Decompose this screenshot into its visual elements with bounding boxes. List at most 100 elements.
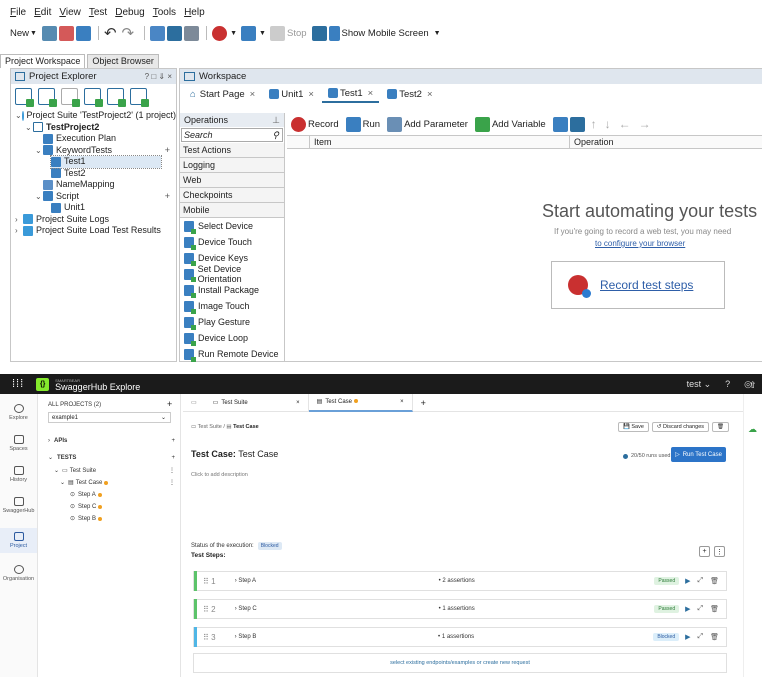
tree-test-case[interactable]: ⌄ ▤ Test Case ⋮ xyxy=(60,479,175,487)
add-variable-icon[interactable] xyxy=(130,87,149,107)
title-value[interactable]: Test Case xyxy=(238,449,278,459)
move-right-icon[interactable]: → xyxy=(639,117,651,131)
run-step-icon[interactable]: ▶ xyxy=(685,605,690,613)
close-icon[interactable]: × xyxy=(427,89,433,100)
move-left-icon[interactable]: ← xyxy=(619,117,631,131)
category-mobile[interactable]: Mobile xyxy=(180,203,284,218)
close-icon[interactable]: × xyxy=(250,89,256,100)
add-icon[interactable]: + xyxy=(165,145,170,157)
run-project-icon[interactable] xyxy=(150,25,166,41)
tree-item-test2[interactable]: Test2 xyxy=(11,168,176,180)
close-icon[interactable]: × xyxy=(296,400,300,406)
discard-changes-button[interactable]: ↺ Discard changes xyxy=(651,422,710,432)
record-button[interactable]: Record xyxy=(291,116,339,132)
database-icon[interactable] xyxy=(184,25,200,41)
operation-run-remote-device[interactable]: Run Remote Device xyxy=(180,346,284,362)
run-step-icon[interactable]: ▶ xyxy=(685,633,690,641)
operation-device-loop[interactable]: Device Loop xyxy=(180,330,284,346)
remove-icon[interactable] xyxy=(61,87,80,107)
operation-select-device[interactable]: Select Device xyxy=(180,218,284,234)
cloud-sync-icon[interactable]: ☁ xyxy=(748,424,757,435)
tree-item-execution-plan[interactable]: Execution Plan xyxy=(11,133,176,145)
delete-icon[interactable]: 🗑 xyxy=(712,422,729,432)
tree-item-unit1[interactable]: Unit1 xyxy=(11,202,176,214)
chevron-down-icon[interactable]: ⌄ xyxy=(15,110,22,122)
configure-browser-link[interactable]: to configure your browser xyxy=(595,239,685,248)
chevron-down-icon[interactable]: ⌄ xyxy=(35,145,43,157)
add-project-icon[interactable] xyxy=(15,87,34,107)
tab-object-browser[interactable]: Object Browser xyxy=(87,54,159,68)
step-row[interactable]: ⠿ 3 › Step B • 1 assertions Blocked ▶ ⤢ 🗑 xyxy=(193,627,727,647)
add-test-icon[interactable] xyxy=(107,87,126,107)
add-item-icon[interactable] xyxy=(75,25,91,41)
tab-test-suite[interactable]: ▭ Test Suite × xyxy=(205,393,309,412)
rail-organisation[interactable]: Organisation xyxy=(0,565,37,582)
pin-icon[interactable]: ⊥ xyxy=(272,115,280,126)
column-item[interactable]: Item xyxy=(309,136,569,148)
rail-spaces[interactable]: Spaces xyxy=(0,435,37,452)
tree-item-namemapping[interactable]: NameMapping xyxy=(11,179,176,191)
chevron-down-icon[interactable]: ⌄ xyxy=(35,191,43,203)
menu-help[interactable]: Help xyxy=(184,7,205,18)
breadcrumb-test-case[interactable]: Test Case xyxy=(233,424,259,430)
operation-image-touch[interactable]: Image Touch xyxy=(180,298,284,314)
tree-item-testproject2[interactable]: ⌄ TestProject2 xyxy=(11,122,176,134)
run-icon[interactable] xyxy=(241,25,257,41)
record-icon[interactable] xyxy=(212,25,228,41)
tree-item-project-suite-logs[interactable]: › Project Suite Logs xyxy=(11,214,176,226)
add-project-icon[interactable]: + xyxy=(167,399,172,409)
tree-item-script[interactable]: ⌄ Script + xyxy=(11,191,176,203)
tab-test2[interactable]: Test2 × xyxy=(381,87,438,102)
save-button[interactable]: 💾 Save xyxy=(617,422,649,432)
delete-icon[interactable]: 🗑 xyxy=(710,605,719,613)
category-web[interactable]: Web xyxy=(180,173,284,188)
add-icon[interactable]: + xyxy=(165,191,170,203)
operation-device-touch[interactable]: Device Touch xyxy=(180,234,284,250)
add-item-icon[interactable] xyxy=(84,87,103,107)
stop-icon[interactable] xyxy=(269,25,285,41)
step-row[interactable]: ⠿ 2 › Step C • 1 assertions Passed ▶ ⤢ 🗑 xyxy=(193,599,727,619)
export-icon[interactable]: ⇧ xyxy=(749,380,757,391)
tree-item-test1[interactable]: Test1 xyxy=(50,155,162,169)
add-variable-button[interactable]: Add Variable xyxy=(474,116,546,132)
description-placeholder[interactable]: Click to add description xyxy=(191,472,248,478)
run-test-icon[interactable] xyxy=(167,25,183,41)
undo-icon[interactable]: ↶ xyxy=(104,24,117,42)
operations-search-input[interactable]: Search ⚲ xyxy=(181,128,283,142)
tab-unit1[interactable]: Unit1 × xyxy=(263,87,320,102)
category-checkpoints[interactable]: Checkpoints xyxy=(180,188,284,203)
delete-icon[interactable]: 🗑 xyxy=(710,633,719,641)
more-icon[interactable]: ⋮ xyxy=(169,467,175,474)
close-icon[interactable]: × xyxy=(308,89,314,100)
close-project-icon[interactable] xyxy=(58,25,74,41)
show-mobile-screen-button[interactable]: Show Mobile Screen ▼ xyxy=(342,28,441,39)
move-up-icon[interactable]: ↑ xyxy=(591,117,597,131)
tree-item-load-test-results[interactable]: › Project Suite Load Test Results xyxy=(11,225,176,237)
step-row[interactable]: ⠿ 1 › Step A • 2 assertions Passed ▶ ⤢ 🗑 xyxy=(193,571,727,591)
rail-history[interactable]: History xyxy=(0,466,37,483)
run-button[interactable]: Run xyxy=(345,116,380,132)
more-icon[interactable]: ⋮ xyxy=(169,479,175,486)
comment-icon[interactable] xyxy=(552,116,568,132)
close-icon[interactable]: × xyxy=(400,399,404,405)
close-icon[interactable]: × xyxy=(368,88,374,99)
rail-project[interactable]: Project xyxy=(0,528,37,553)
chevron-down-icon[interactable]: ⌄ xyxy=(25,122,33,134)
tab-project-workspace[interactable]: Project Workspace xyxy=(0,54,86,68)
tree-step-c[interactable]: ⊙ Step C xyxy=(70,503,175,510)
tab-test1[interactable]: Test1 × xyxy=(321,86,380,103)
tree-item-project-suite[interactable]: ⌄ Project Suite 'TestProject2' (1 project… xyxy=(11,110,176,122)
operation-play-gesture[interactable]: Play Gesture xyxy=(180,314,284,330)
tree-test-suite[interactable]: ⌄ ▭ Test Suite ⋮ xyxy=(54,467,175,475)
rail-swaggerhub[interactable]: SwaggerHub xyxy=(0,497,37,514)
menu-test[interactable]: Test xyxy=(89,7,107,18)
tree-step-b[interactable]: ⊙ Step B xyxy=(70,515,175,522)
add-tab-icon[interactable]: + xyxy=(421,398,426,408)
open-folder-icon[interactable] xyxy=(41,25,57,41)
tab-start-page[interactable]: ⌂ Start Page × xyxy=(184,87,261,102)
expand-icon[interactable]: ⤢ xyxy=(698,633,704,641)
column-operation[interactable]: Operation xyxy=(569,136,762,148)
run-test-case-button[interactable]: ▷ Run Test Case xyxy=(671,447,726,462)
menu-debug[interactable]: Debug xyxy=(115,7,144,18)
panel-toggle-icon[interactable]: ▭ xyxy=(191,399,197,406)
